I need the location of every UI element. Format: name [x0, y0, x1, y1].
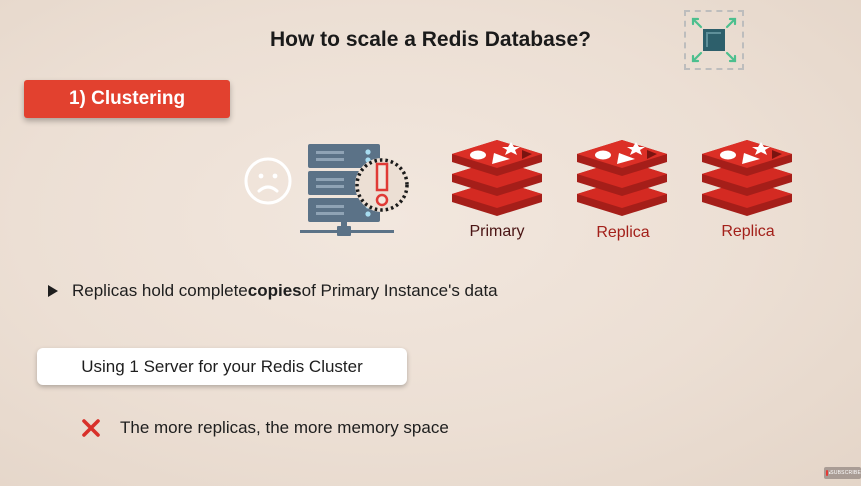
server-warning-icon	[300, 144, 409, 236]
section-label: 1) Clustering	[24, 80, 230, 118]
bullet-text-bold: copies	[247, 281, 302, 300]
primary-label: Primary	[469, 223, 525, 240]
redis-logo-icon	[577, 140, 667, 216]
youtube-icon	[826, 470, 832, 476]
redis-logo-icon	[702, 140, 792, 216]
expand-icon	[691, 17, 737, 63]
server-info-box: Using 1 Server for your Redis Cluster	[37, 348, 407, 385]
con-item: The more replicas, the more memory space	[80, 417, 449, 439]
bullet-text-pre: Replicas hold complete	[72, 281, 248, 300]
bullet-triangle-icon	[48, 285, 58, 297]
fullscreen-button[interactable]	[684, 10, 744, 70]
bullet-point: Replicas hold complete copies of Primary…	[48, 281, 498, 301]
bullet-text-post: of Primary Instance's data	[301, 281, 498, 300]
con-text: The more replicas, the more memory space	[120, 418, 449, 437]
sad-face-icon	[244, 157, 292, 205]
replica-label: Replica	[721, 223, 775, 240]
cross-icon	[82, 419, 100, 437]
subscribe-badge[interactable]: SUBSCRIBE	[824, 467, 861, 479]
replica-label: Replica	[596, 224, 650, 241]
redis-logo-icon	[452, 140, 542, 216]
subscribe-label: SUBSCRIBE	[830, 470, 861, 476]
